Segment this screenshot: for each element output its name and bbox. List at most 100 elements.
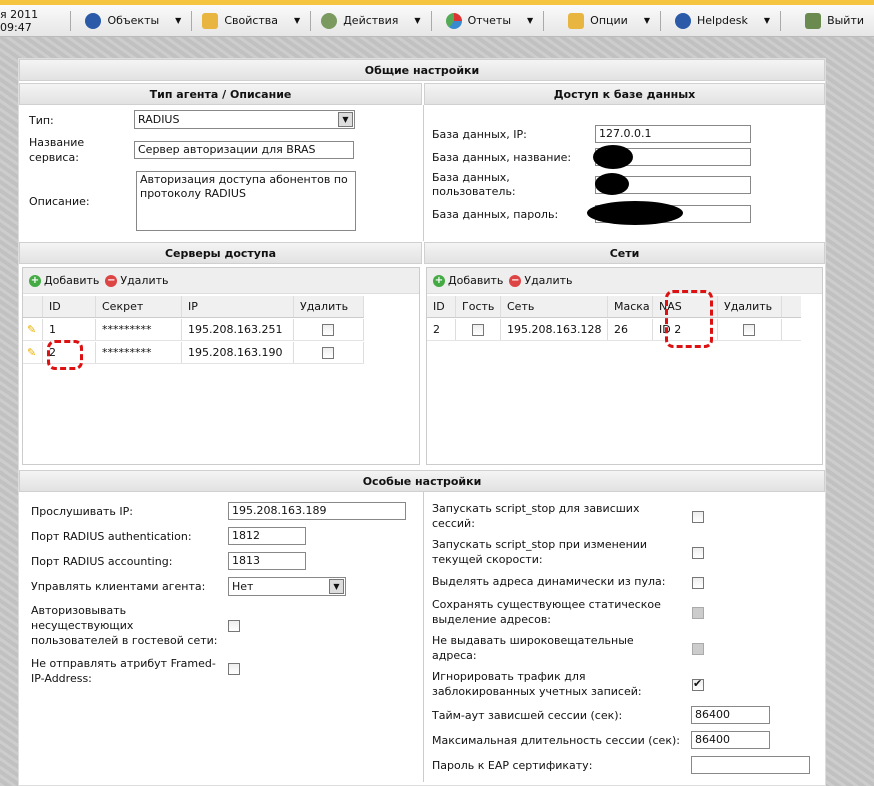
maxlen-input[interactable]: 86400	[691, 731, 770, 749]
delete-checkbox[interactable]	[322, 347, 334, 359]
delete-label: Удалить	[120, 274, 169, 287]
reports-icon	[445, 12, 462, 29]
edit-icon[interactable]: ✎	[23, 319, 43, 340]
logout-label: Выйти	[827, 14, 864, 27]
divider	[423, 492, 424, 782]
manage-label: Управлять клиентами агента:	[31, 580, 206, 593]
eap-label: Пароль к EAP сертификату:	[432, 759, 593, 772]
add-server-button[interactable]: + Добавить	[29, 274, 99, 287]
redaction-mark	[595, 173, 629, 195]
guest-auth-checkbox[interactable]	[228, 620, 240, 632]
settings-panel: Общие настройки Тип агента / Описание До…	[18, 58, 826, 786]
menu-label: Свойства	[224, 14, 279, 27]
option-checkbox[interactable]	[692, 677, 704, 691]
menu-actions[interactable]: Действия ▼	[311, 10, 432, 31]
chevron-down-icon: ▼	[643, 16, 650, 25]
col-network[interactable]: Сеть	[501, 296, 608, 317]
option-checkbox[interactable]	[692, 577, 704, 589]
menu-helpdesk[interactable]: Helpdesk ▼	[661, 10, 782, 31]
col-mask[interactable]: Маска	[608, 296, 653, 317]
listen-ip-input[interactable]: 195.208.163.189	[228, 502, 406, 520]
option-label: текущей скорости:	[432, 553, 543, 566]
menu-label: Helpdesk	[696, 14, 748, 27]
eap-password-input[interactable]	[691, 756, 810, 774]
db-user-label: База данных,	[432, 171, 510, 184]
description-textarea[interactable]: Авторизация доступа абонентов по протоко…	[136, 171, 356, 231]
manage-select[interactable]: Нет ▼	[228, 577, 346, 596]
table-row[interactable]: 2 195.208.163.128 26 ID 2	[427, 319, 801, 341]
menu-reports[interactable]: Отчеты ▼	[432, 10, 545, 31]
delete-checkbox[interactable]	[322, 324, 334, 336]
timeout-input[interactable]: 86400	[691, 706, 770, 724]
minus-icon: −	[105, 274, 118, 287]
plus-icon: +	[29, 274, 41, 287]
col-id[interactable]: ID	[43, 296, 96, 317]
menu-options[interactable]: Опции ▼	[544, 10, 661, 31]
name-label: Название	[29, 136, 85, 149]
service-name-input[interactable]: Сервер авторизации для BRAS	[134, 141, 354, 159]
cell-ip: 195.208.163.251	[182, 319, 294, 340]
general-header: Общие настройки	[19, 59, 825, 81]
red-highlight	[665, 290, 713, 348]
logout-button[interactable]: Выйти	[781, 11, 874, 31]
cell-secret: *********	[96, 342, 182, 363]
option-checkbox[interactable]	[692, 511, 704, 523]
framed-ip-checkbox[interactable]	[228, 663, 240, 675]
description-label: Описание:	[29, 195, 90, 208]
redaction-mark	[593, 145, 633, 169]
option-checkbox[interactable]	[692, 607, 704, 619]
exit-icon	[805, 12, 822, 29]
actions-icon	[321, 12, 338, 29]
acct-port-label: Порт RADIUS accounting:	[31, 555, 173, 568]
option-label: Запускать script_stop при изменении	[432, 538, 648, 551]
col-delete[interactable]: Удалить	[718, 296, 782, 317]
chevron-down-icon: ▼	[175, 16, 182, 25]
col-guest[interactable]: Гость	[456, 296, 501, 317]
option-checkbox[interactable]	[692, 547, 704, 559]
option-label: Запускать script_stop для зависших	[432, 502, 640, 515]
col-id[interactable]: ID	[427, 296, 456, 317]
cell-id: 1	[43, 319, 96, 340]
type-select[interactable]: RADIUS ▼	[134, 110, 355, 129]
menu-label: Действия	[343, 14, 399, 27]
option-checkbox[interactable]	[692, 643, 704, 655]
menu-label: Отчеты	[467, 14, 512, 27]
db-user-label-2: пользователь:	[432, 185, 516, 198]
listen-ip-label: Прослушивать IP:	[31, 505, 133, 518]
option-label: Выделять адреса динамически из пула:	[432, 575, 666, 588]
delete-server-button[interactable]: − Удалить	[105, 274, 169, 287]
networks-header: Сети	[424, 242, 825, 264]
auth-port-input[interactable]: 1812	[228, 527, 306, 545]
col-ip[interactable]: IP	[182, 296, 294, 317]
chevron-down-icon: ▼	[338, 112, 353, 127]
divider	[423, 105, 424, 241]
servers-toolbar: + Добавить − Удалить	[23, 268, 419, 294]
cell-guest	[456, 319, 501, 340]
delete-checkbox[interactable]	[743, 324, 755, 336]
servers-grid: + Добавить − Удалить ID Секрет IP Удалить …	[22, 267, 420, 465]
datetime: я 2011 09:47	[0, 8, 72, 34]
chevron-down-icon: ▼	[294, 16, 301, 25]
delete-network-button[interactable]: − Удалить	[509, 274, 573, 287]
db-ip-label: База данных, IP:	[432, 128, 527, 141]
edit-icon[interactable]: ✎	[23, 342, 43, 363]
networks-grid: + Добавить − Удалить ID Гость Сеть Маска N…	[426, 267, 823, 465]
plus-icon: +	[433, 274, 445, 287]
menu-properties[interactable]: Свойства ▼	[192, 10, 312, 31]
add-label: Добавить	[448, 274, 504, 287]
acct-port-input[interactable]: 1813	[228, 552, 306, 570]
help-icon	[674, 12, 691, 29]
cell-ip: 195.208.163.190	[182, 342, 294, 363]
table-row[interactable]: ✎ 1 ********* 195.208.163.251	[23, 319, 364, 341]
add-network-button[interactable]: + Добавить	[433, 274, 503, 287]
menu-objects[interactable]: Объекты ▼	[71, 10, 193, 31]
option-label: Не выдавать широковещательные	[432, 634, 634, 647]
col-delete[interactable]: Удалить	[294, 296, 364, 317]
cell-delete	[294, 342, 364, 363]
guest-checkbox[interactable]	[472, 324, 484, 336]
red-highlight	[47, 340, 83, 370]
col-secret[interactable]: Секрет	[96, 296, 182, 317]
chevron-down-icon: ▼	[527, 16, 534, 25]
option-label: сессий:	[432, 517, 475, 530]
db-ip-input[interactable]: 127.0.0.1	[595, 125, 751, 143]
